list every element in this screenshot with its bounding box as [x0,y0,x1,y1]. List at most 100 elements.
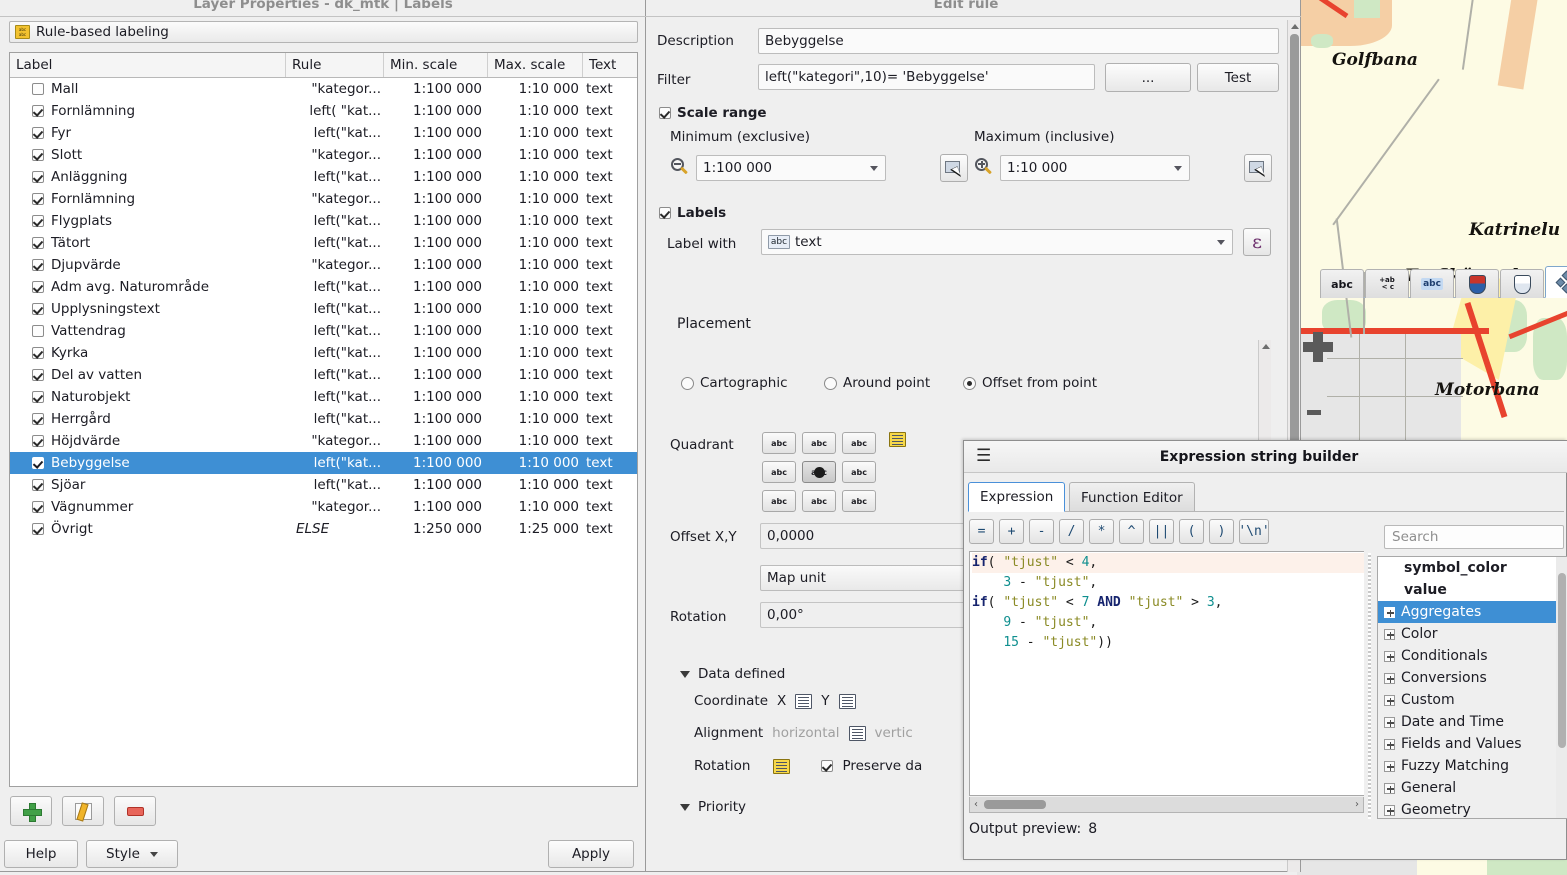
placement-mode-cartographic[interactable]: Cartographic [681,375,788,391]
minimum-scale-combo[interactable]: 1:100 000 [696,155,886,181]
rule-enabled-checkbox[interactable] [32,193,44,205]
expand-icon[interactable] [1384,804,1395,816]
operator-button-6[interactable]: || [1149,519,1174,544]
rule-min-scale-cell[interactable]: 1:100 000 [384,345,488,361]
rule-expression-cell[interactable]: "kategor... [286,433,384,449]
offset-unit-combo[interactable]: Map unit [760,565,966,591]
table-row[interactable]: Upplysningstext left("kat... 1:100 000 1:10… [10,298,637,320]
rule-enabled-checkbox[interactable] [32,391,44,403]
expand-icon[interactable] [1384,672,1395,684]
scrollbar-thumb[interactable] [1558,573,1566,748]
rule-min-scale-cell[interactable]: 1:250 000 [384,521,488,537]
filter-test-button[interactable]: Test [1197,63,1279,92]
table-row[interactable]: Bebyggelse left("kat... 1:100 000 1:10 000 t… [10,452,637,474]
rule-text-cell[interactable]: text [583,81,637,97]
rule-enabled-checkbox[interactable] [32,105,44,117]
operator-button-3[interactable]: / [1059,519,1084,544]
rule-min-scale-cell[interactable]: 1:100 000 [384,213,488,229]
rule-max-scale-cell[interactable]: 1:25 000 [488,521,583,537]
rule-min-scale-cell[interactable]: 1:100 000 [384,301,488,317]
rule-max-scale-cell[interactable]: 1:10 000 [488,301,583,317]
rule-expression-cell[interactable]: left("kat... [286,125,384,141]
rule-min-scale-cell[interactable]: 1:100 000 [384,125,488,141]
rule-min-scale-cell[interactable]: 1:100 000 [384,257,488,273]
rule-max-scale-cell[interactable]: 1:10 000 [488,103,583,119]
table-row[interactable]: Adm avg. Naturområde left("kat... 1:100 00… [10,276,637,298]
rule-max-scale-cell[interactable]: 1:10 000 [488,323,583,339]
rule-min-scale-cell[interactable]: 1:100 000 [384,367,488,383]
rule-text-cell[interactable]: text [583,301,637,317]
rule-text-cell[interactable]: text [583,125,637,141]
rule-max-scale-cell[interactable]: 1:10 000 [488,477,583,493]
rule-label-cell[interactable]: Naturobjekt [10,389,286,405]
function-tree-item[interactable]: symbol_color [1378,557,1567,579]
operator-button-8[interactable]: ) [1209,519,1234,544]
tab-text[interactable]: abc [1320,269,1364,298]
rule-max-scale-cell[interactable]: 1:10 000 [488,367,583,383]
rule-text-cell[interactable]: text [583,433,637,449]
rule-enabled-checkbox[interactable] [32,479,44,491]
table-row[interactable]: Höjdvärde "kategor... 1:100 000 1:10 000 tex… [10,430,637,452]
function-tree-item[interactable]: Conditionals [1378,645,1567,667]
panel-splitter[interactable] [1368,553,1371,819]
rule-expression-cell[interactable]: "kategor... [286,191,384,207]
rule-label-cell[interactable]: Höjdvärde [10,433,286,449]
function-tree-item[interactable]: Fields and Values [1378,733,1567,755]
function-tree-item[interactable]: Color [1378,623,1567,645]
rule-expression-cell[interactable]: left("kat... [286,279,384,295]
rule-min-scale-cell[interactable]: 1:100 000 [384,235,488,251]
column-header-label[interactable]: Label [10,53,286,77]
table-row[interactable]: Naturobjekt left("kat... 1:100 000 1:10 000… [10,386,637,408]
rule-text-cell[interactable]: text [583,213,637,229]
rule-label-cell[interactable]: Adm avg. Naturområde [10,279,286,295]
table-row[interactable]: Mall "kategor... 1:100 000 1:10 000 text [10,78,637,100]
rule-text-cell[interactable]: text [583,521,637,537]
rule-max-scale-cell[interactable]: 1:10 000 [488,191,583,207]
rule-min-scale-cell[interactable]: 1:100 000 [384,279,488,295]
function-tree-item[interactable]: Geometry [1378,799,1567,818]
rule-expression-cell[interactable]: left("kat... [286,477,384,493]
expression-dialog-titlebar[interactable]: ☰ Expression string builder [964,441,1567,473]
scroll-right-icon[interactable]: › [1355,799,1359,810]
expand-icon[interactable] [1384,738,1395,750]
rule-min-scale-cell[interactable]: 1:100 000 [384,433,488,449]
rule-enabled-checkbox[interactable] [32,127,44,139]
quadrant-data-defined-icon[interactable] [889,432,906,447]
rule-expression-cell[interactable]: left("kat... [286,323,384,339]
expand-icon[interactable] [1384,782,1395,794]
maximum-scale-pick-button[interactable] [1244,154,1272,182]
rule-min-scale-cell[interactable]: 1:100 000 [384,191,488,207]
scroll-left-icon[interactable]: ‹ [974,799,978,810]
scale-range-checkbox[interactable] [659,107,671,119]
operator-button-2[interactable]: - [1029,519,1054,544]
rule-expression-cell[interactable]: "kategor... [286,147,384,163]
minimum-scale-pick-button[interactable] [940,154,968,182]
rule-text-cell[interactable]: text [583,499,637,515]
alignment-horizontal-data-defined-icon[interactable] [848,725,866,741]
rule-label-cell[interactable]: Tätort [10,235,286,251]
rule-text-cell[interactable]: text [583,477,637,493]
rule-min-scale-cell[interactable]: 1:100 000 [384,477,488,493]
function-search-input[interactable]: Search [1384,525,1564,549]
expand-icon[interactable] [1384,694,1395,706]
rule-max-scale-cell[interactable]: 1:10 000 [488,125,583,141]
rule-enabled-checkbox[interactable] [32,171,44,183]
rule-text-cell[interactable]: text [583,323,637,339]
table-row[interactable]: Slott "kategor... 1:100 000 1:10 000 text [10,144,637,166]
edit-rule-button[interactable] [62,796,104,826]
rule-label-cell[interactable]: Övrigt [10,521,286,537]
rules-table[interactable]: Label Rule Min. scale Max. scale Text Ma… [9,52,638,787]
expand-icon[interactable] [1384,716,1395,728]
rule-max-scale-cell[interactable]: 1:10 000 [488,235,583,251]
table-row[interactable]: Flygplats left("kat... 1:100 000 1:10 000 te… [10,210,637,232]
style-button[interactable]: Style [86,840,178,868]
rule-min-scale-cell[interactable]: 1:100 000 [384,411,488,427]
scrollbar-thumb[interactable] [984,800,1046,809]
tab-shadow[interactable] [1500,269,1544,298]
rule-label-cell[interactable]: Slott [10,147,286,163]
rule-min-scale-cell[interactable]: 1:100 000 [384,389,488,405]
quadrant-button-4[interactable]: abc [802,461,836,483]
label-with-combo[interactable]: abc text [761,229,1233,255]
expand-icon[interactable] [1384,650,1395,662]
rule-text-cell[interactable]: text [583,257,637,273]
